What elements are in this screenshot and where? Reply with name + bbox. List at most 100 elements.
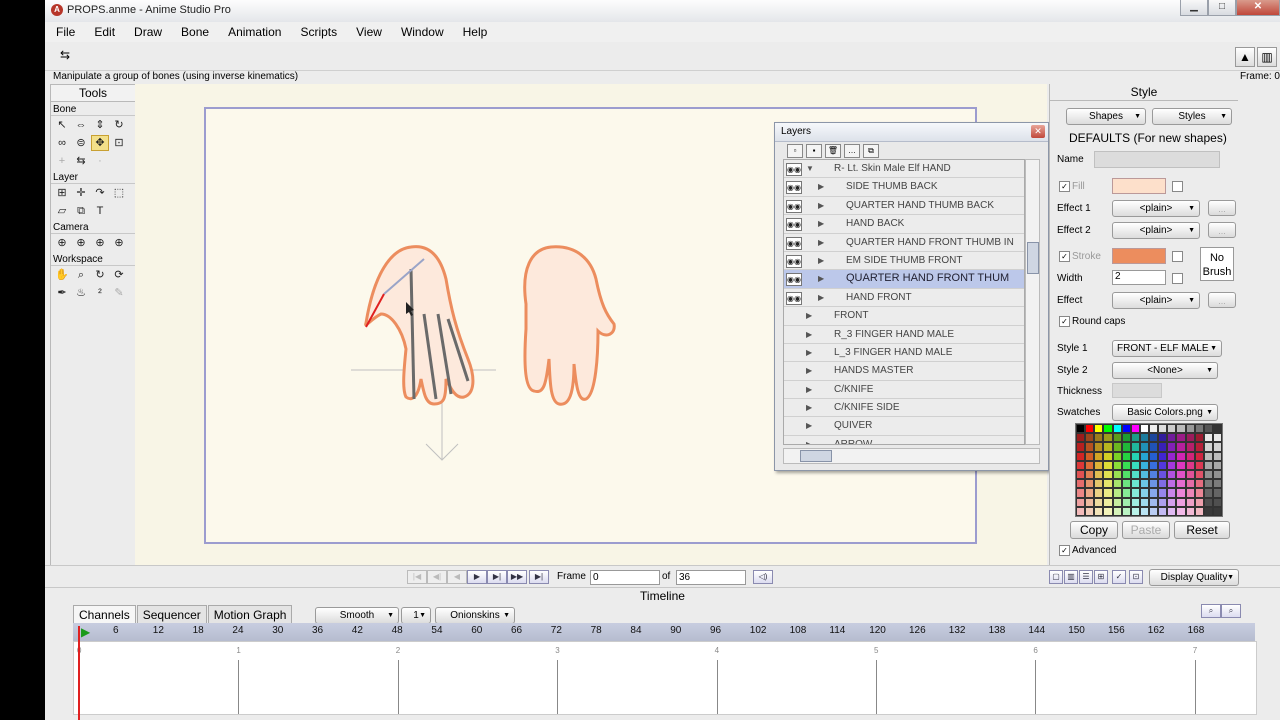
onionskins-dropdown[interactable]: Onionskins: [435, 607, 515, 624]
layer-row[interactable]: ◉◉ ▶ QUARTER HAND THUMB BACK: [784, 196, 1024, 216]
stroke-checkbox[interactable]: ✓: [1059, 251, 1070, 262]
stroke-exposure-icon[interactable]: ✎: [111, 286, 127, 300]
playhead[interactable]: [78, 626, 80, 720]
layers-vertical-scrollbar[interactable]: [1025, 159, 1040, 445]
layer-row[interactable]: ▶ R_3 FINGER HAND MALE: [784, 325, 1024, 344]
layer-row[interactable]: ◉◉ ▶ QUARTER HAND FRONT THUMB IN: [784, 233, 1024, 252]
scale-layer-icon[interactable]: ⬚: [111, 186, 127, 200]
effect2-settings-button[interactable]: ...: [1208, 222, 1236, 238]
layer-row[interactable]: ▶ HANDS MASTER: [784, 362, 1024, 381]
next-key-icon[interactable]: ▶▶: [507, 570, 527, 584]
grid-icon[interactable]: ✓: [1112, 570, 1126, 584]
step-forward-icon[interactable]: ▶|: [487, 570, 507, 584]
scrollbar-thumb[interactable]: [1027, 242, 1039, 274]
menu-animation[interactable]: Animation: [217, 25, 289, 39]
layer-settings-icon[interactable]: …: [844, 144, 860, 158]
step-back-icon[interactable]: ◀|: [427, 570, 447, 584]
layer-row[interactable]: ◉◉ ▶ HAND BACK: [784, 215, 1024, 234]
duplicate-layer-icon[interactable]: ⧉: [863, 144, 879, 158]
tab-sequencer[interactable]: Sequencer: [136, 605, 207, 623]
layer-row[interactable]: ◉◉ ▶ HAND FRONT: [784, 288, 1024, 308]
advanced-checkbox[interactable]: ✓: [1059, 545, 1070, 556]
paint-bucket-icon[interactable]: ♨: [73, 286, 89, 300]
play-icon[interactable]: ▶: [467, 570, 487, 584]
stroke-effect-settings-button[interactable]: ...: [1208, 292, 1236, 308]
layer-row[interactable]: ▶ L_3 FINGER HAND MALE: [784, 343, 1024, 363]
end-frame-field[interactable]: 36: [676, 570, 746, 585]
select-bone-icon[interactable]: ↖: [54, 118, 70, 132]
expand-arrow-icon[interactable]: ▶: [806, 362, 812, 379]
zoom-camera-icon[interactable]: ⊕: [73, 236, 89, 250]
expand-arrow-icon[interactable]: ▶: [806, 307, 812, 324]
fill-none-checkbox[interactable]: [1172, 181, 1183, 192]
tab-channels[interactable]: Channels: [73, 605, 136, 623]
new-layer-icon[interactable]: ▫: [787, 144, 803, 158]
expand-arrow-icon[interactable]: ▶: [806, 326, 812, 343]
visibility-eye-icon[interactable]: [786, 329, 800, 340]
stroke-color-swatch[interactable]: [1112, 248, 1166, 264]
menu-draw[interactable]: Draw: [123, 25, 170, 39]
audio-icon[interactable]: ◁): [753, 570, 773, 584]
swatches-dropdown[interactable]: Basic Colors.png: [1112, 404, 1218, 421]
rotate-layer-icon[interactable]: ↷: [92, 186, 108, 200]
width-field[interactable]: 2: [1112, 270, 1166, 285]
timeline-ruler[interactable]: ▶ 6 12 18 24 30 36 42 48 54 60 66 72 78 84 90 96 102 108 1…: [73, 623, 1255, 641]
view-split-icon[interactable]: ▥: [1064, 570, 1078, 584]
shear-layer-icon[interactable]: ▱: [54, 204, 70, 218]
effect1-dropdown[interactable]: <plain>: [1112, 200, 1200, 217]
color-swatches-grid[interactable]: [1075, 423, 1223, 517]
frame-icon[interactable]: ⊡: [1129, 570, 1143, 584]
expand-arrow-icon[interactable]: ▶: [806, 417, 812, 434]
shapes-dropdown[interactable]: Shapes: [1066, 108, 1146, 125]
bone-strength-icon[interactable]: ⊡: [111, 136, 127, 150]
scale-bone-icon[interactable]: ⇕: [92, 118, 108, 132]
visibility-eye-icon[interactable]: [786, 420, 800, 431]
bind-points-icon[interactable]: ⊜: [73, 136, 89, 150]
fast-forward-icon[interactable]: ▶|: [529, 570, 549, 584]
interpolation-dropdown[interactable]: Smooth: [315, 607, 399, 624]
fill-color-swatch[interactable]: [1112, 178, 1166, 194]
frame-field[interactable]: 0: [590, 570, 660, 585]
switch-layer-icon[interactable]: ⧉: [73, 204, 89, 218]
visibility-eye-icon[interactable]: ◉◉: [786, 236, 802, 250]
expand-arrow-icon[interactable]: ▶: [806, 344, 812, 361]
translate-bone-icon[interactable]: ⇔: [73, 118, 89, 132]
visibility-eye-icon[interactable]: [786, 365, 800, 376]
library-icon[interactable]: ▥: [1257, 47, 1277, 67]
copy-button[interactable]: Copy: [1070, 521, 1118, 539]
visibility-eye-icon[interactable]: ◉◉: [786, 163, 802, 176]
orbit-workspace-icon[interactable]: ⟳: [111, 268, 127, 282]
delete-layer-icon[interactable]: 🗑: [825, 144, 841, 158]
manipulate-bones-icon[interactable]: ✥: [91, 135, 109, 151]
zoom-in-icon[interactable]: ⌕: [1221, 604, 1241, 618]
menu-bone[interactable]: Bone: [170, 25, 217, 39]
hand-icon[interactable]: ✋: [54, 268, 70, 282]
display-quality-dropdown[interactable]: Display Quality: [1149, 569, 1239, 586]
layer-row[interactable]: ◉◉ ▼ R- Lt. Skin Male Elf HAND: [784, 160, 1024, 179]
roll-camera-icon[interactable]: ⊕: [92, 236, 108, 250]
round-caps-checkbox[interactable]: ✓: [1059, 316, 1070, 327]
offset-bone-icon[interactable]: ·: [92, 154, 108, 168]
paste-button[interactable]: Paste: [1122, 521, 1170, 539]
rotate-bone-icon[interactable]: ↻: [111, 118, 127, 132]
visibility-eye-icon[interactable]: [786, 347, 800, 358]
rewind-icon[interactable]: |◀: [407, 570, 427, 584]
zoom-icon[interactable]: ⌕: [73, 268, 89, 282]
tab-motion-graph[interactable]: Motion Graph: [207, 605, 293, 623]
character-wizard-icon[interactable]: ▲: [1235, 47, 1255, 67]
name-field[interactable]: [1094, 151, 1220, 168]
visibility-eye-icon[interactable]: ◉◉: [786, 291, 802, 305]
interval-dropdown[interactable]: 1: [401, 607, 431, 624]
visibility-eye-icon[interactable]: [786, 402, 800, 413]
fill-checkbox[interactable]: ✓: [1059, 181, 1070, 192]
layers-close-icon[interactable]: ✕: [1031, 125, 1045, 138]
tool-options-icon[interactable]: ⇆: [57, 48, 73, 62]
layer-row[interactable]: ▶ C/KNIFE: [784, 380, 1024, 400]
expand-arrow-icon[interactable]: ▶: [818, 215, 824, 232]
rotate-workspace-icon[interactable]: ↻: [92, 268, 108, 282]
layer-row[interactable]: ◉◉ ▶ QUARTER HAND FRONT THUM: [784, 270, 1024, 289]
layer-row[interactable]: ◉◉ ▶ SIDE THUMB BACK: [784, 178, 1024, 197]
view-quad-icon[interactable]: ⊞: [1094, 570, 1108, 584]
visibility-eye-icon[interactable]: ◉◉: [786, 254, 802, 268]
bind-layer-icon[interactable]: ∞: [54, 136, 70, 150]
